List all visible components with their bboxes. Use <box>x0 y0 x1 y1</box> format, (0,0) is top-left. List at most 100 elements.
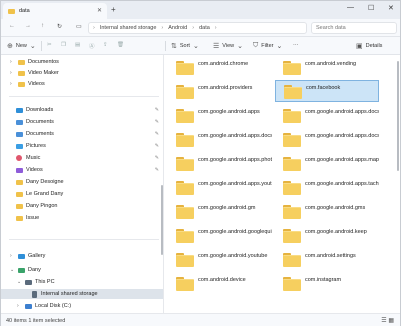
sidebar-item-local-disk[interactable]: › Local Disk (C:) <box>1 301 163 311</box>
forward-button[interactable]: → <box>25 23 31 29</box>
folder-item[interactable]: com.android.settings <box>275 249 379 271</box>
sidebar-item-downloads[interactable]: Downloads ✎ <box>1 105 163 115</box>
up-button[interactable]: ↑ <box>41 23 44 29</box>
sidebar-item-documentos[interactable]: › Documentos <box>1 57 163 67</box>
sidebar-item-documents[interactable]: Documents ✎ <box>1 117 163 127</box>
maximize-button[interactable]: ☐ <box>368 4 374 12</box>
close-tab-icon[interactable]: ✕ <box>97 7 102 14</box>
sidebar-item-dany[interactable]: ⌄ Dany <box>1 265 163 275</box>
folder-icon <box>176 85 194 99</box>
folder-item[interactable]: com.google.android.apps.tachyon <box>275 177 379 199</box>
filter-button[interactable]: ⛉ Filter ⌄ <box>253 42 282 50</box>
search-input[interactable]: Search data <box>311 22 397 34</box>
status-text: 40 items 1 item selected <box>6 318 66 324</box>
back-button[interactable]: ← <box>9 23 15 29</box>
close-window-button[interactable]: ✕ <box>388 4 394 12</box>
copy-icon[interactable]: ❐ <box>61 42 66 48</box>
folder-item[interactable]: com.android.device <box>168 273 272 295</box>
sidebar-item-dany-desoigne[interactable]: Dany Desoigne <box>1 177 163 187</box>
pictures-icon <box>16 143 23 149</box>
tab-bar: data ✕ + — ☐ ✕ <box>1 1 400 19</box>
folder-item[interactable]: com.google.android.apps.maps <box>275 153 379 175</box>
sort-button[interactable]: ⇅ Sort ⌄ <box>171 42 199 50</box>
sidebar-item-internal-storage[interactable]: Internal shared storage <box>1 289 163 299</box>
rename-icon[interactable]: Ⓐ <box>89 42 95 50</box>
chevron-right-icon[interactable]: › <box>10 253 12 259</box>
chevron-right-icon[interactable]: › <box>17 303 19 309</box>
sidebar-item-documents[interactable]: Documents ✎ <box>1 129 163 139</box>
search-placeholder: Search data <box>316 25 346 31</box>
folder-name: com.android.device <box>198 277 246 283</box>
delete-icon[interactable]: 🗑 <box>117 42 124 48</box>
view-toggle-icons[interactable]: ☰ ▦ <box>381 317 394 324</box>
sidebar-item-le-grand-dany[interactable]: Le Grand Dany <box>1 189 163 199</box>
new-tab-button[interactable]: + <box>111 5 116 14</box>
minimize-button[interactable]: — <box>347 4 354 11</box>
sidebar-item-label: Le Grand Dany <box>26 191 64 197</box>
folder-item[interactable]: com.android.vending <box>275 57 379 79</box>
chevron-right-icon[interactable]: › <box>10 59 12 65</box>
sidebar-item-label: Videos <box>26 167 43 173</box>
sidebar-item-label: Music <box>26 155 41 161</box>
sidebar-divider <box>9 239 159 240</box>
folder-item-selected[interactable]: com.facebook <box>275 80 379 102</box>
sidebar-item-music[interactable]: Music ✎ <box>1 153 163 163</box>
folder-item[interactable]: com.google.android.apps.docs.editors <box>275 129 379 151</box>
sort-label: Sort <box>179 43 190 49</box>
folder-icon <box>176 157 194 171</box>
folder-icon <box>16 215 23 221</box>
share-icon[interactable]: ⇪ <box>103 42 108 48</box>
breadcrumb-internal-storage[interactable]: Internal shared storage <box>100 25 157 31</box>
folder-item[interactable]: com.instagram <box>275 273 379 295</box>
sidebar-scrollbar[interactable] <box>161 185 163 255</box>
sidebar-item-label: Documents <box>26 119 54 125</box>
details-button[interactable]: ▣ Details <box>356 42 382 50</box>
tab-data[interactable]: data ✕ <box>3 3 107 19</box>
view-button[interactable]: ☰ View ⌄ <box>213 42 243 50</box>
folder-item[interactable]: com.google.android.apps.youtube <box>168 177 272 199</box>
folder-item[interactable]: com.google.android.youtube <box>168 249 272 271</box>
folder-item[interactable]: com.google.android.apps.docs <box>275 105 379 127</box>
folder-item[interactable]: com.android.providers <box>168 81 272 103</box>
sidebar-item-dany-pingon[interactable]: Dany Pingon <box>1 201 163 211</box>
chevron-down-icon[interactable]: ⌄ <box>10 267 14 273</box>
folder-item[interactable]: com.google.android.apps.docs <box>168 129 272 151</box>
breadcrumb[interactable]: › Internal shared storage › Android › da… <box>88 22 307 34</box>
chevron-right-icon[interactable]: › <box>10 70 12 76</box>
folder-name: com.google.android.apps.youtube <box>198 181 272 187</box>
chevron-right-icon[interactable]: › <box>10 81 12 87</box>
folder-item[interactable]: com.google.android.keep <box>275 225 379 247</box>
sidebar-item-this-pc[interactable]: ⌄ This PC <box>1 277 163 287</box>
folder-name: com.android.settings <box>305 253 356 259</box>
folder-name: com.google.android.keep <box>305 229 367 235</box>
breadcrumb-data[interactable]: data <box>199 25 210 31</box>
pin-icon: ✎ <box>154 131 159 137</box>
sidebar-item-videos[interactable]: Videos ✎ <box>1 165 163 175</box>
breadcrumb-android[interactable]: Android <box>168 25 187 31</box>
content-scrollbar[interactable] <box>397 61 399 171</box>
folder-icon <box>18 81 25 87</box>
folder-item[interactable]: com.google.android.apps.photos <box>168 153 272 175</box>
sidebar-item-gallery[interactable]: › Gallery <box>1 251 163 261</box>
filter-icon: ⛉ <box>253 42 259 49</box>
folder-item[interactable]: com.google.android.gms <box>275 201 379 223</box>
cut-icon[interactable]: ✂ <box>47 42 52 48</box>
chevron-down-icon[interactable]: ⌄ <box>17 279 21 285</box>
folder-item[interactable]: com.google.android.gm <box>168 201 272 223</box>
address-bar: ← → ↑ ↻ ▭ › Internal shared storage › An… <box>1 19 400 37</box>
chevron-down-icon: ⌄ <box>237 43 243 50</box>
sidebar-item-issue[interactable]: Issue <box>1 213 163 223</box>
cloud-folder-icon <box>18 267 25 273</box>
sidebar-item-video-maker[interactable]: › Video Maker <box>1 68 163 78</box>
new-button[interactable]: ⊕ New ⌄ <box>7 42 36 50</box>
folder-item[interactable]: com.google.android.apps <box>168 105 272 127</box>
sidebar-item-label: Documents <box>26 131 54 137</box>
sidebar-item-pictures[interactable]: Pictures ✎ <box>1 141 163 151</box>
paste-icon[interactable]: ▤ <box>75 42 80 48</box>
folder-name: com.google.android.youtube <box>198 253 268 259</box>
folder-item[interactable]: com.android.chrome <box>168 57 272 79</box>
sidebar-item-videos[interactable]: › Videos <box>1 79 163 89</box>
more-options-button[interactable]: ··· <box>293 42 299 48</box>
refresh-button[interactable]: ↻ <box>57 23 62 30</box>
folder-item[interactable]: com.google.android.googlequicksearchbox <box>168 225 272 247</box>
